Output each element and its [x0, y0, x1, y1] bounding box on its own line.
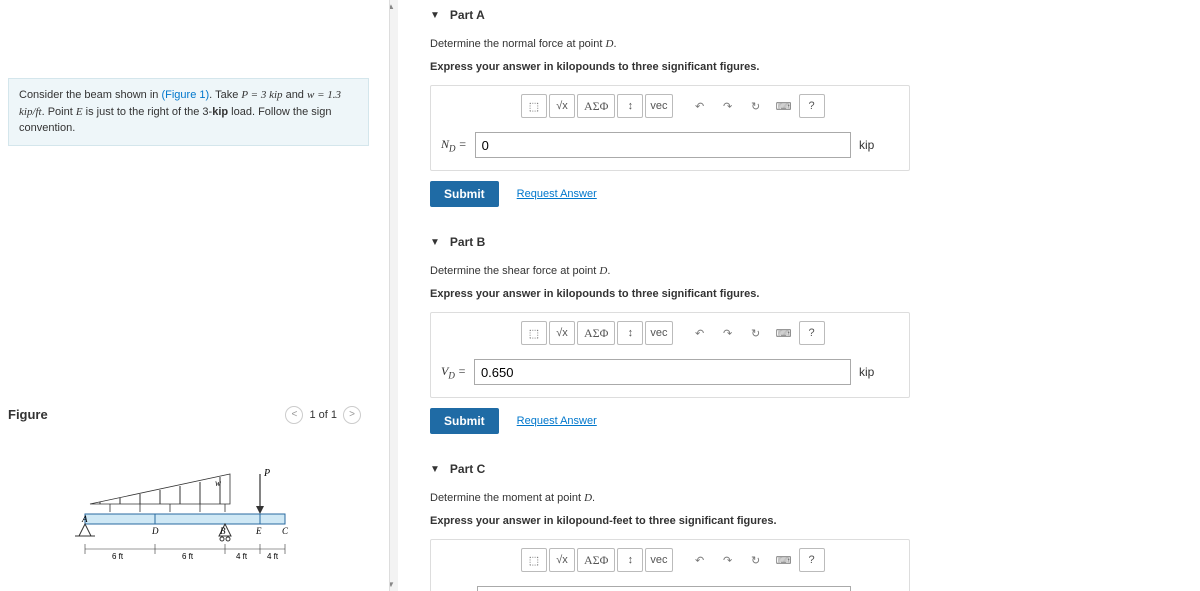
pager-text: 1 of 1 — [309, 409, 337, 421]
part-c-header[interactable]: ▼ Part C — [430, 454, 1180, 484]
reset-icon[interactable]: ↻ — [743, 94, 769, 118]
keyboard-icon[interactable]: ⌨ — [771, 94, 797, 118]
undo-icon[interactable]: ↶ — [687, 548, 713, 572]
templates-button[interactable]: ⬚ — [521, 94, 547, 118]
sqrt-button[interactable]: √x — [549, 321, 575, 345]
svg-text:6 ft: 6 ft — [182, 552, 194, 561]
part-b-unit: kip — [859, 365, 899, 379]
part-b-submit-button[interactable]: Submit — [430, 408, 499, 434]
vec-button[interactable]: vec — [645, 321, 672, 345]
part-a-input[interactable] — [475, 132, 851, 158]
greek-button[interactable]: ΑΣΦ — [577, 94, 615, 118]
sqrt-button[interactable]: √x — [549, 94, 575, 118]
svg-text:B: B — [220, 526, 226, 536]
svg-text:w: w — [215, 478, 221, 488]
part-b-prompt: Determine the shear force at point D. — [430, 263, 1180, 280]
caret-down-icon: ▼ — [430, 237, 440, 248]
pager-prev[interactable]: < — [285, 406, 303, 424]
updown-button[interactable]: ↕ — [617, 548, 643, 572]
undo-icon[interactable]: ↶ — [687, 321, 713, 345]
part-c-prompt: Determine the moment at point D. — [430, 490, 1180, 507]
reset-icon[interactable]: ↻ — [743, 548, 769, 572]
vec-button[interactable]: vec — [645, 94, 672, 118]
redo-icon[interactable]: ↷ — [715, 548, 741, 572]
updown-button[interactable]: ↕ — [617, 321, 643, 345]
reset-icon[interactable]: ↻ — [743, 321, 769, 345]
part-b-input[interactable] — [474, 359, 851, 385]
beam-figure: P w A D B E C 6 ft 6 ft 4 — [70, 464, 300, 574]
caret-down-icon: ▼ — [430, 10, 440, 21]
part-a-prompt: Determine the normal force at point D. — [430, 36, 1180, 53]
part-a-header[interactable]: ▼ Part A — [430, 0, 1180, 30]
part-c-answer-block: ⬚ √x ΑΣΦ ↕ vec ↶ ↷ ↻ ⌨ ? MD = kip · ft — [430, 539, 910, 591]
svg-text:D: D — [151, 526, 159, 536]
part-a-submit-button[interactable]: Submit — [430, 181, 499, 207]
scroll-down-icon: ▼ — [390, 580, 395, 589]
problem-statement: Consider the beam shown in (Figure 1). T… — [8, 78, 369, 146]
greek-button[interactable]: ΑΣΦ — [577, 321, 615, 345]
part-b-answer-block: ⬚ √x ΑΣΦ ↕ vec ↶ ↷ ↻ ⌨ ? VD = kip — [430, 312, 910, 398]
help-button[interactable]: ? — [799, 321, 825, 345]
part-a-request-answer[interactable]: Request Answer — [517, 188, 597, 200]
greek-button[interactable]: ΑΣΦ — [577, 548, 615, 572]
part-c-input[interactable] — [477, 586, 851, 591]
svg-text:6 ft: 6 ft — [112, 552, 124, 561]
part-a-variable: ND = — [441, 137, 467, 153]
figure-title: Figure — [8, 407, 48, 422]
part-c-direction: Express your answer in kilopound-feet to… — [430, 513, 1180, 530]
scroll-up-icon: ▲ — [390, 2, 395, 11]
keyboard-icon[interactable]: ⌨ — [771, 548, 797, 572]
part-b-header[interactable]: ▼ Part B — [430, 227, 1180, 257]
keyboard-icon[interactable]: ⌨ — [771, 321, 797, 345]
part-b-variable: VD = — [441, 364, 466, 380]
help-button[interactable]: ? — [799, 548, 825, 572]
svg-text:4 ft: 4 ft — [267, 552, 279, 561]
svg-text:P: P — [263, 468, 270, 479]
part-b-direction: Express your answer in kilopounds to thr… — [430, 286, 1180, 303]
svg-text:4 ft: 4 ft — [236, 552, 248, 561]
pager-next[interactable]: > — [343, 406, 361, 424]
redo-icon[interactable]: ↷ — [715, 321, 741, 345]
undo-icon[interactable]: ↶ — [687, 94, 713, 118]
updown-button[interactable]: ↕ — [617, 94, 643, 118]
redo-icon[interactable]: ↷ — [715, 94, 741, 118]
figure-link[interactable]: (Figure 1) — [161, 89, 209, 101]
part-a-direction: Express your answer in kilopounds to thr… — [430, 59, 1180, 76]
part-a-unit: kip — [859, 138, 899, 152]
templates-button[interactable]: ⬚ — [521, 321, 547, 345]
caret-down-icon: ▼ — [430, 464, 440, 475]
svg-text:C: C — [282, 526, 289, 536]
part-b-request-answer[interactable]: Request Answer — [517, 415, 597, 427]
part-a-answer-block: ⬚ √x ΑΣΦ ↕ vec ↶ ↷ ↻ ⌨ ? ND = kip — [430, 85, 910, 171]
vec-button[interactable]: vec — [645, 548, 672, 572]
figure-pager: < 1 of 1 > — [285, 406, 361, 424]
sqrt-button[interactable]: √x — [549, 548, 575, 572]
svg-text:A: A — [81, 514, 88, 524]
templates-button[interactable]: ⬚ — [521, 548, 547, 572]
help-button[interactable]: ? — [799, 94, 825, 118]
svg-text:E: E — [255, 526, 262, 536]
scrollbar[interactable]: ▲ ▼ — [390, 0, 398, 591]
